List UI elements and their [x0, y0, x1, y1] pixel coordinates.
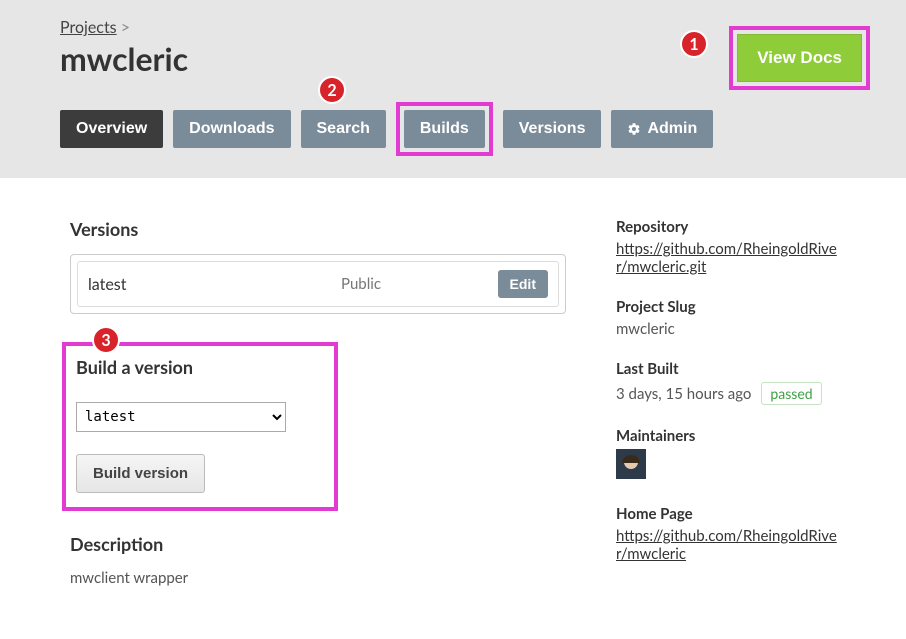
builds-highlight: Builds	[396, 102, 493, 156]
gear-icon	[627, 122, 641, 136]
sidebar: Repository https://github.com/RheingoldR…	[616, 218, 846, 587]
view-docs-button[interactable]: View Docs	[737, 34, 862, 82]
tab-search[interactable]: Search	[301, 110, 386, 148]
description-title: Description	[70, 533, 566, 555]
build-title: Build a version	[76, 356, 320, 378]
breadcrumb-separator: >	[121, 18, 130, 37]
view-docs-highlight: View Docs	[729, 26, 870, 90]
version-visibility: Public	[341, 275, 498, 293]
repository-link[interactable]: https://github.com/RheingoldRiver/mwcler…	[616, 240, 837, 276]
home-page-label: Home Page	[616, 505, 846, 523]
breadcrumb-projects-link[interactable]: Projects	[60, 18, 117, 37]
build-version-select[interactable]: latest	[76, 402, 286, 432]
build-section-wrapper: 3 Build a version latest Build version	[70, 342, 566, 533]
tab-downloads[interactable]: Downloads	[173, 110, 290, 148]
tab-versions[interactable]: Versions	[503, 110, 602, 148]
tab-overview[interactable]: Overview	[60, 110, 163, 148]
build-version-button[interactable]: Build version	[76, 454, 205, 493]
slug-block: Project Slug mwcleric	[616, 298, 846, 338]
build-highlight: Build a version latest Build version	[62, 342, 338, 511]
tab-bar: Overview Downloads Search Builds Version…	[60, 102, 846, 156]
last-built-label: Last Built	[616, 360, 846, 378]
version-name: latest	[88, 275, 341, 294]
last-built-value: 3 days, 15 hours ago	[616, 385, 751, 403]
versions-box: latest Public Edit	[70, 254, 566, 314]
maintainers-label: Maintainers	[616, 427, 846, 445]
repository-block: Repository https://github.com/RheingoldR…	[616, 218, 846, 276]
tab-admin-label: Admin	[647, 120, 697, 138]
maintainer-avatar-link[interactable]	[616, 465, 646, 483]
main-column: Versions latest Public Edit 3 Build a ve…	[70, 218, 566, 587]
home-page-link[interactable]: https://github.com/RheingoldRiver/mwcler…	[616, 527, 837, 563]
header: 1 2 Projects > mwcleric View Docs Overvi…	[0, 0, 906, 178]
avatar	[616, 449, 646, 479]
build-box: Build a version latest Build version	[70, 350, 330, 503]
content: Versions latest Public Edit 3 Build a ve…	[0, 178, 906, 607]
slug-label: Project Slug	[616, 298, 846, 316]
versions-title: Versions	[70, 218, 566, 240]
version-row: latest Public Edit	[77, 261, 559, 307]
project-title: mwcleric	[60, 39, 846, 78]
repository-label: Repository	[616, 218, 846, 236]
maintainers-block: Maintainers	[616, 427, 846, 483]
tab-builds[interactable]: Builds	[404, 110, 485, 148]
version-edit-button[interactable]: Edit	[498, 270, 548, 298]
slug-value: mwcleric	[616, 320, 846, 338]
callout-2: 2	[318, 76, 346, 104]
callout-1: 1	[680, 30, 708, 58]
callout-3: 3	[92, 326, 120, 354]
last-built-block: Last Built 3 days, 15 hours ago passed	[616, 360, 846, 405]
build-status-badge: passed	[761, 382, 821, 405]
home-page-block: Home Page https://github.com/RheingoldRi…	[616, 505, 846, 563]
breadcrumb: Projects >	[60, 18, 846, 37]
description-text: mwclient wrapper	[70, 569, 566, 587]
tab-admin[interactable]: Admin	[611, 110, 713, 148]
